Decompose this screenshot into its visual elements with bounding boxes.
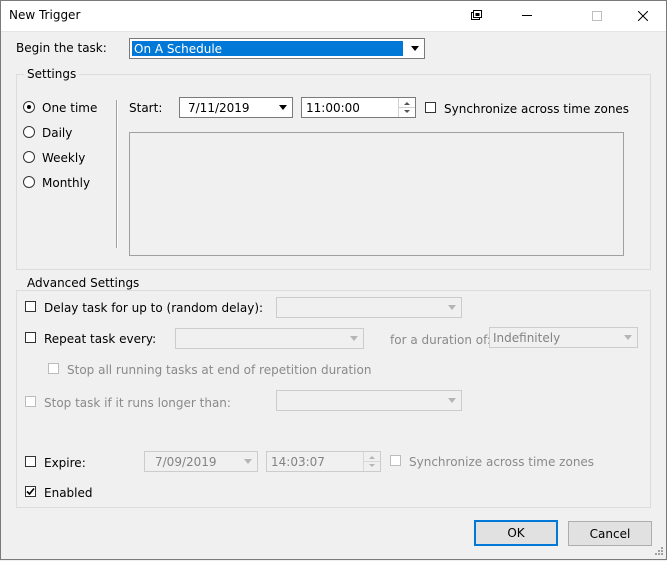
enabled-label: Enabled [44, 486, 93, 500]
pin-icon[interactable] [453, 0, 499, 31]
begin-task-label: Begin the task: [16, 41, 107, 55]
expire-sync-label: Synchronize across time zones [409, 455, 595, 469]
window-title: New Trigger [9, 8, 81, 22]
begin-task-value: On A Schedule [134, 42, 223, 56]
start-date-picker[interactable]: 7/11/2019 [179, 97, 293, 118]
enabled-checkbox[interactable] [25, 486, 36, 497]
minimize-button[interactable] [504, 0, 550, 31]
schedule-details-panel [129, 132, 624, 256]
vertical-divider [116, 100, 118, 248]
chevron-down-icon [346, 331, 361, 346]
chevron-down-icon[interactable] [275, 100, 290, 115]
stop-if-label: Stop task if it runs longer than: [44, 396, 231, 410]
start-date-value: 7/11/2019 [188, 101, 250, 115]
repeat-label: Repeat task every: [44, 332, 157, 346]
settings-group-label: Settings [24, 67, 80, 81]
radio-label: Daily [42, 126, 73, 140]
sync-timezones-checkbox[interactable] [425, 102, 436, 113]
time-spinner [363, 452, 380, 471]
chevron-down-icon [620, 330, 635, 345]
duration-value: Indefinitely [493, 331, 561, 345]
expire-date-value: 7/09/2019 [155, 455, 217, 469]
ok-button-label: OK [507, 526, 525, 540]
sync-timezones-label: Synchronize across time zones [444, 102, 630, 116]
close-button[interactable] [620, 0, 666, 31]
radio-label: Weekly [42, 151, 86, 165]
advanced-settings-label: Advanced Settings [24, 276, 143, 290]
radio-label: One time [42, 101, 98, 115]
delay-checkbox[interactable] [25, 301, 36, 312]
radio-button[interactable] [23, 176, 35, 188]
stop-all-label: Stop all running tasks at end of repetit… [67, 363, 372, 377]
chevron-down-icon[interactable] [407, 41, 422, 56]
radio-label: Monthly [42, 176, 91, 190]
time-spinner[interactable] [398, 98, 415, 117]
expire-date-picker[interactable]: 7/09/2019 [144, 451, 258, 472]
maximize-button [574, 0, 620, 31]
expire-time-field[interactable]: 14:03:07 [266, 451, 381, 472]
chevron-down-icon [240, 454, 255, 469]
checkmark-icon [26, 487, 35, 496]
repeat-checkbox[interactable] [25, 332, 36, 343]
title-bar: New Trigger [0, 0, 667, 32]
stop-all-checkbox[interactable] [48, 363, 59, 374]
duration-dropdown[interactable]: Indefinitely [489, 327, 638, 348]
cancel-button[interactable]: Cancel [568, 521, 652, 546]
resize-grip-icon[interactable] [652, 546, 664, 561]
stop-if-checkbox[interactable] [25, 396, 36, 407]
ok-button[interactable]: OK [474, 520, 558, 546]
expire-label: Expire: [44, 456, 86, 470]
start-time-value: 11:00:00 [306, 101, 360, 115]
radio-button[interactable] [23, 126, 35, 138]
stop-if-dropdown[interactable] [276, 390, 462, 411]
duration-label: for a duration of: [390, 333, 491, 347]
start-label: Start: [129, 101, 163, 115]
repeat-interval-dropdown[interactable] [175, 328, 364, 349]
begin-task-dropdown[interactable]: On A Schedule [129, 38, 425, 59]
chevron-down-icon [444, 393, 459, 408]
start-time-field[interactable]: 11:00:00 [301, 97, 416, 118]
delay-label: Delay task for up to (random delay): [44, 301, 264, 315]
delay-dropdown[interactable] [276, 297, 462, 318]
expire-time-value: 14:03:07 [271, 455, 325, 469]
cancel-button-label: Cancel [589, 526, 631, 541]
chevron-down-icon [444, 300, 459, 315]
radio-button[interactable] [23, 151, 35, 163]
expire-sync-checkbox[interactable] [390, 455, 401, 466]
expire-checkbox[interactable] [25, 456, 36, 467]
radio-button[interactable] [23, 101, 35, 113]
